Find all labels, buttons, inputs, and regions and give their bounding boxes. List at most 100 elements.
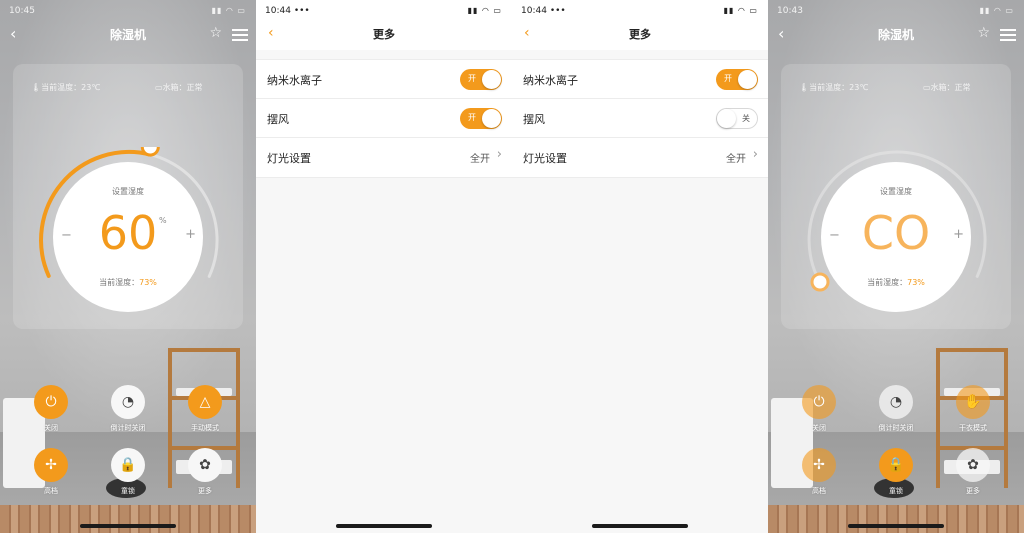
status-icons: ▮▮ ◠ ▭ [723, 6, 758, 15]
nav-bar: ‹ 更多 [512, 22, 768, 48]
thermometer-icon: 🌡 [31, 83, 42, 92]
setting-label: 摆风 [267, 113, 289, 126]
decrease-button[interactable]: − [61, 228, 72, 243]
status-icons: ▮▮ ◠ ▭ [979, 6, 1014, 15]
timer-button[interactable]: ◔ 倒计时关闭 [88, 385, 168, 433]
setting-row-nano-ion: 纳米水离子 开 [256, 60, 512, 99]
header: 10:44 ••• ▮▮ ◠ ▭ ‹ 更多 [512, 0, 768, 50]
setting-row-light[interactable]: 灯光设置 全开 › [256, 138, 512, 177]
status-icons: ▮▮ ◠ ▭ [467, 6, 502, 15]
star-icon[interactable]: ☆ [977, 25, 990, 41]
header: 10:44 ••• ▮▮ ◠ ▭ ‹ 更多 [256, 0, 512, 50]
humidity-ring-handle[interactable] [140, 147, 160, 157]
mode-icon: △ [199, 394, 211, 410]
fan-icon: ✢ [45, 457, 57, 473]
child-lock-button[interactable]: 🔒 童锁 [856, 448, 936, 496]
status-bar: 10:44 ••• ▮▮ ◠ ▭ [256, 0, 512, 22]
nav-bar: ‹ 除湿机 ☆ [0, 22, 256, 48]
timer-icon: ◔ [889, 394, 903, 410]
current-temperature: 🌡当前温度：23℃ [799, 83, 869, 92]
nav-bar: ‹ 除湿机 ☆ [768, 22, 1024, 48]
settings-sliders-icon[interactable] [1000, 27, 1016, 41]
mode-button[interactable]: ✋ 干衣模式 [933, 385, 1013, 433]
status-dots: ••• [293, 6, 310, 16]
status-bar: 10:45 ▮▮ ◠ ▭ [0, 0, 256, 22]
power-button[interactable]: ⏻ 关闭 [779, 385, 859, 433]
fan-speed-button[interactable]: ✢ 高档 [779, 448, 859, 496]
decrease-button[interactable]: − [829, 228, 840, 243]
water-tank-status: ▭水箱：正常 [155, 83, 203, 92]
star-icon[interactable]: ☆ [209, 25, 222, 41]
humidity-dial: 设置湿度 CO − + 当前湿度：73% [821, 162, 971, 312]
setting-value: 全开 [726, 154, 746, 165]
thermometer-icon: 🌡 [799, 83, 810, 92]
settings-list: 纳米水离子 开 摆风 开 灯光设置 全开 › [256, 59, 512, 178]
dehumidifier-screen-dry-mode: 10:43 ▮▮ ◠ ▭ ‹ 除湿机 ☆ 🌡当前温度：23℃ ▭水箱：正常 设置… [768, 0, 1024, 533]
current-temperature: 🌡当前温度：23℃ [31, 83, 101, 92]
water-tank-icon: ▭ [923, 83, 931, 92]
more-icon: ✿ [967, 457, 979, 473]
more-settings-screen-1: 10:44 ••• ▮▮ ◠ ▭ ‹ 更多 纳米水离子 开 摆风 开 灯光设置 … [256, 0, 512, 533]
water-tank-status: ▭水箱：正常 [923, 83, 971, 92]
status-time: 10:45 [9, 6, 35, 16]
fan-speed-button[interactable]: ✢ 高档 [11, 448, 91, 496]
swing-toggle[interactable]: 关 [716, 108, 758, 129]
hand-icon: ✋ [964, 394, 982, 410]
home-indicator[interactable] [336, 524, 432, 528]
current-humidity-value: 73% [907, 278, 925, 287]
power-button[interactable]: ⏻ 关闭 [11, 385, 91, 433]
mode-button[interactable]: △ 手动模式 [165, 385, 245, 433]
dial-value: 60 [98, 206, 158, 260]
current-humidity-value: 73% [139, 278, 157, 287]
dial-unit: % [159, 216, 167, 225]
swing-toggle[interactable]: 开 [460, 108, 502, 129]
home-indicator[interactable] [848, 524, 944, 528]
status-bar: 10:44 ••• ▮▮ ◠ ▭ [512, 0, 768, 22]
page-title: 更多 [629, 28, 651, 41]
setting-label: 纳米水离子 [267, 74, 322, 87]
page-title: 更多 [373, 28, 395, 41]
status-time: 10:44 [265, 6, 291, 16]
timer-icon: ◔ [121, 394, 135, 410]
dehumidifier-screen-main: 10:45 ▮▮ ◠ ▭ ‹ 除湿机 ☆ 🌡当前温度：23℃ ▭水箱：正常 设置… [0, 0, 256, 533]
fan-icon: ✢ [813, 457, 825, 473]
lock-icon: 🔒 [887, 457, 905, 473]
setting-row-swing: 摆风 关 [512, 99, 768, 138]
status-dots: ••• [549, 6, 566, 16]
setting-label: 灯光设置 [523, 152, 567, 165]
chevron-right-icon: › [752, 147, 758, 162]
increase-button[interactable]: + [953, 227, 964, 242]
home-indicator[interactable] [80, 524, 176, 528]
dial-value: CO [861, 206, 931, 260]
lock-icon: 🔒 [119, 457, 137, 473]
home-indicator[interactable] [592, 524, 688, 528]
wooden-floor [0, 505, 256, 533]
water-tank-icon: ▭ [155, 83, 163, 92]
timer-button[interactable]: ◔ 倒计时关闭 [856, 385, 936, 433]
power-icon: ⏻ [45, 394, 57, 410]
more-button[interactable]: ✿ 更多 [933, 448, 1013, 496]
more-icon: ✿ [199, 457, 211, 473]
settings-sliders-icon[interactable] [232, 27, 248, 41]
wooden-floor [768, 505, 1024, 533]
increase-button[interactable]: + [185, 227, 196, 242]
setting-label: 灯光设置 [267, 152, 311, 165]
status-bar: 10:43 ▮▮ ◠ ▭ [768, 0, 1024, 22]
status-time: 10:44 [521, 6, 547, 16]
setting-row-swing: 摆风 开 [256, 99, 512, 138]
dial-label: 设置湿度 [880, 187, 912, 196]
nano-ion-toggle[interactable]: 开 [716, 69, 758, 90]
setting-label: 纳米水离子 [523, 74, 578, 87]
status-icons: ▮▮ ◠ ▭ [211, 6, 246, 15]
power-icon: ⏻ [813, 394, 825, 410]
humidity-dial: 设置湿度 60 % − + 当前湿度：73% [53, 162, 203, 312]
setting-value: 全开 [470, 154, 490, 165]
nav-bar: ‹ 更多 [256, 22, 512, 48]
child-lock-button[interactable]: 🔒 童锁 [88, 448, 168, 496]
setting-row-nano-ion: 纳米水离子 开 [512, 60, 768, 99]
nano-ion-toggle[interactable]: 开 [460, 69, 502, 90]
setting-row-light[interactable]: 灯光设置 全开 › [512, 138, 768, 177]
current-humidity: 当前湿度：73% [867, 278, 925, 287]
more-button[interactable]: ✿ 更多 [165, 448, 245, 496]
setting-label: 摆风 [523, 113, 545, 126]
